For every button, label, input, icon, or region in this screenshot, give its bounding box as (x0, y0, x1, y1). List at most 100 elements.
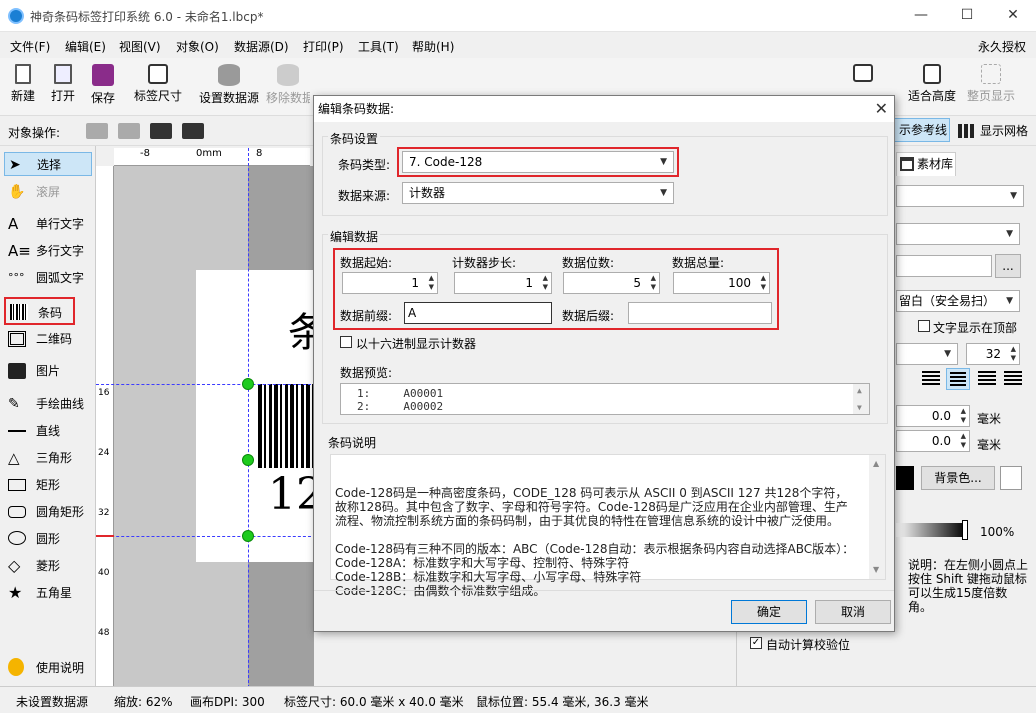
tool-round-rect-label: 圆角矩形 (36, 505, 85, 519)
resize-handle[interactable] (242, 454, 254, 466)
text-on-top-checkbox[interactable] (918, 320, 930, 332)
set-datasource-button[interactable]: 设置数据源 (196, 64, 262, 112)
tool-qrcode[interactable]: 二维码 (4, 327, 92, 351)
menu-edit[interactable]: 编辑(E) (65, 38, 106, 55)
dialog-close-button[interactable]: ✕ (875, 98, 888, 120)
menu-object[interactable]: 对象(O) (176, 38, 219, 55)
tool-image[interactable]: 图片 (4, 359, 92, 383)
data-total-label: 数据总量: (672, 256, 725, 270)
help-button[interactable]: 使用说明 (4, 656, 92, 680)
background-color-swatch[interactable] (1000, 466, 1022, 490)
ok-button[interactable]: 确定 (731, 600, 807, 624)
show-ref-lines-toggle[interactable]: 示参考线 (894, 118, 950, 142)
menu-file[interactable]: 文件(F) (10, 38, 50, 55)
font-name-select[interactable]: ▼ (896, 343, 958, 365)
show-ref-lines-label: 示参考线 (899, 123, 948, 137)
save-button[interactable]: 保存 (86, 64, 120, 112)
opacity-slider-thumb[interactable] (962, 520, 968, 540)
tool-freehand[interactable]: ✎ 手绘曲线 (4, 392, 92, 416)
tool-select[interactable]: ➤ 选择 (4, 152, 92, 176)
full-page-label: 整页显示 (966, 89, 1015, 103)
align-justify-icon[interactable] (1004, 371, 1022, 385)
scroll-up-icon: ▲ (857, 386, 862, 395)
tool-scroll[interactable]: ✋ 滚屏 (4, 180, 92, 204)
minimize-button[interactable]: — (898, 0, 944, 32)
align-center-button[interactable] (946, 368, 970, 390)
full-page-button[interactable]: 整页显示 (964, 64, 1018, 112)
data-total-spinner[interactable]: 100 ▲ ▼ (673, 272, 770, 294)
tool-single-text[interactable]: A 单行文字 (4, 212, 92, 236)
fit-height-button[interactable]: 适合高度 (905, 64, 959, 112)
menu-view[interactable]: 视图(V) (119, 38, 161, 55)
close-window-button[interactable]: ✕ (990, 0, 1036, 32)
layer-bottom-icon[interactable] (86, 123, 108, 139)
triangle-icon: △ (8, 449, 20, 467)
property-combo-2[interactable]: ▼ (896, 223, 1020, 245)
menu-help[interactable]: 帮助(H) (412, 38, 454, 55)
description-scrollbar[interactable]: ▲ ▼ (869, 455, 885, 579)
chevron-down-icon: ▼ (660, 157, 667, 167)
open-button[interactable]: 打开 (46, 64, 80, 112)
quiet-zone-select[interactable]: 留白（安全易扫） ▼ (896, 290, 1020, 312)
data-source-select[interactable]: 计数器 ▼ (402, 182, 674, 204)
tool-arc-text[interactable]: °°° 圆弧文字 (4, 266, 92, 290)
layer-down-icon[interactable] (118, 123, 140, 139)
foreground-color-swatch[interactable] (896, 466, 914, 490)
align-center-icon (950, 372, 966, 386)
remove-datasource-button[interactable]: 移除数据源 (266, 64, 310, 112)
hex-counter-checkbox[interactable] (340, 336, 352, 348)
tool-multi-text[interactable]: A≡ 多行文字 (4, 239, 92, 263)
new-file-icon (15, 64, 31, 84)
data-prefix-input[interactable]: A (404, 302, 552, 324)
menu-tools[interactable]: 工具(T) (358, 38, 399, 55)
layer-top-icon[interactable] (182, 123, 204, 139)
offset-x-spinner[interactable]: 0.0 ▲ ▼ (896, 405, 970, 427)
alignment-buttons (920, 368, 1024, 390)
tool-rectangle[interactable]: 矩形 (4, 473, 92, 497)
data-digits-spinner[interactable]: 5 ▲ ▼ (563, 272, 660, 294)
offset-y-value: 0.0 (931, 434, 951, 448)
data-preview-box[interactable]: 1: A00001 2: A00002 ▲ ▼ (340, 383, 870, 415)
layer-up-icon[interactable] (150, 123, 172, 139)
tool-circle[interactable]: 圆形 (4, 527, 92, 551)
new-button[interactable]: 新建 (6, 64, 40, 112)
hex-counter-label: 以十六进制显示计数器 (356, 337, 477, 351)
bg-color-button[interactable]: 背景色... (921, 466, 995, 490)
resize-handle[interactable] (242, 530, 254, 542)
tool-barcode[interactable]: 条码 (4, 297, 75, 325)
property-combo-1[interactable]: ▼ (896, 185, 1024, 207)
label-size-button[interactable]: 标签尺寸 (130, 64, 186, 112)
maximize-button[interactable]: ☐ (944, 0, 990, 32)
scroll-down-icon: ▼ (857, 403, 862, 412)
resize-handle[interactable] (242, 378, 254, 390)
align-right-icon[interactable] (978, 371, 996, 385)
barcode-type-select[interactable]: 7. Code-128 ▼ (402, 151, 674, 173)
data-start-spinner[interactable]: 1 ▲ ▼ (342, 272, 438, 294)
data-suffix-input[interactable] (628, 302, 772, 324)
show-grid-toggle[interactable]: 显示网格 (956, 121, 1034, 141)
align-left-icon[interactable] (922, 371, 940, 385)
menu-print[interactable]: 打印(P) (303, 38, 344, 55)
tool-select-label: 选择 (37, 158, 62, 172)
opacity-slider-track[interactable] (896, 523, 966, 537)
tool-round-rect[interactable]: 圆角矩形 (4, 500, 92, 524)
tool-triangle[interactable]: △ 三角形 (4, 446, 92, 470)
cancel-button[interactable]: 取消 (815, 600, 891, 624)
qrcode-icon (8, 331, 26, 347)
material-lib-tab[interactable]: 素材库 (896, 152, 956, 176)
font-size-spinner[interactable]: 32 ▲ ▼ (966, 343, 1020, 365)
tool-triangle-label: 三角形 (36, 451, 73, 465)
property-text-field[interactable] (896, 255, 992, 277)
browse-button[interactable]: ... (995, 254, 1021, 278)
barcode-object[interactable] (258, 384, 314, 468)
counter-step-spinner[interactable]: 1 ▲ ▼ (454, 272, 552, 294)
tool-diamond[interactable]: ◇ 菱形 (4, 554, 92, 578)
opacity-value: 100% (980, 525, 1015, 539)
menu-datasource[interactable]: 数据源(D) (234, 38, 289, 55)
preview-scrollbar[interactable]: ▲ ▼ (853, 384, 869, 414)
tool-star[interactable]: ★ 五角星 (4, 581, 92, 605)
tool-line[interactable]: 直线 (4, 419, 92, 443)
layer-icons[interactable] (86, 121, 206, 141)
ref-line-vertical (248, 148, 249, 688)
offset-y-spinner[interactable]: 0.0 ▲ ▼ (896, 430, 970, 452)
